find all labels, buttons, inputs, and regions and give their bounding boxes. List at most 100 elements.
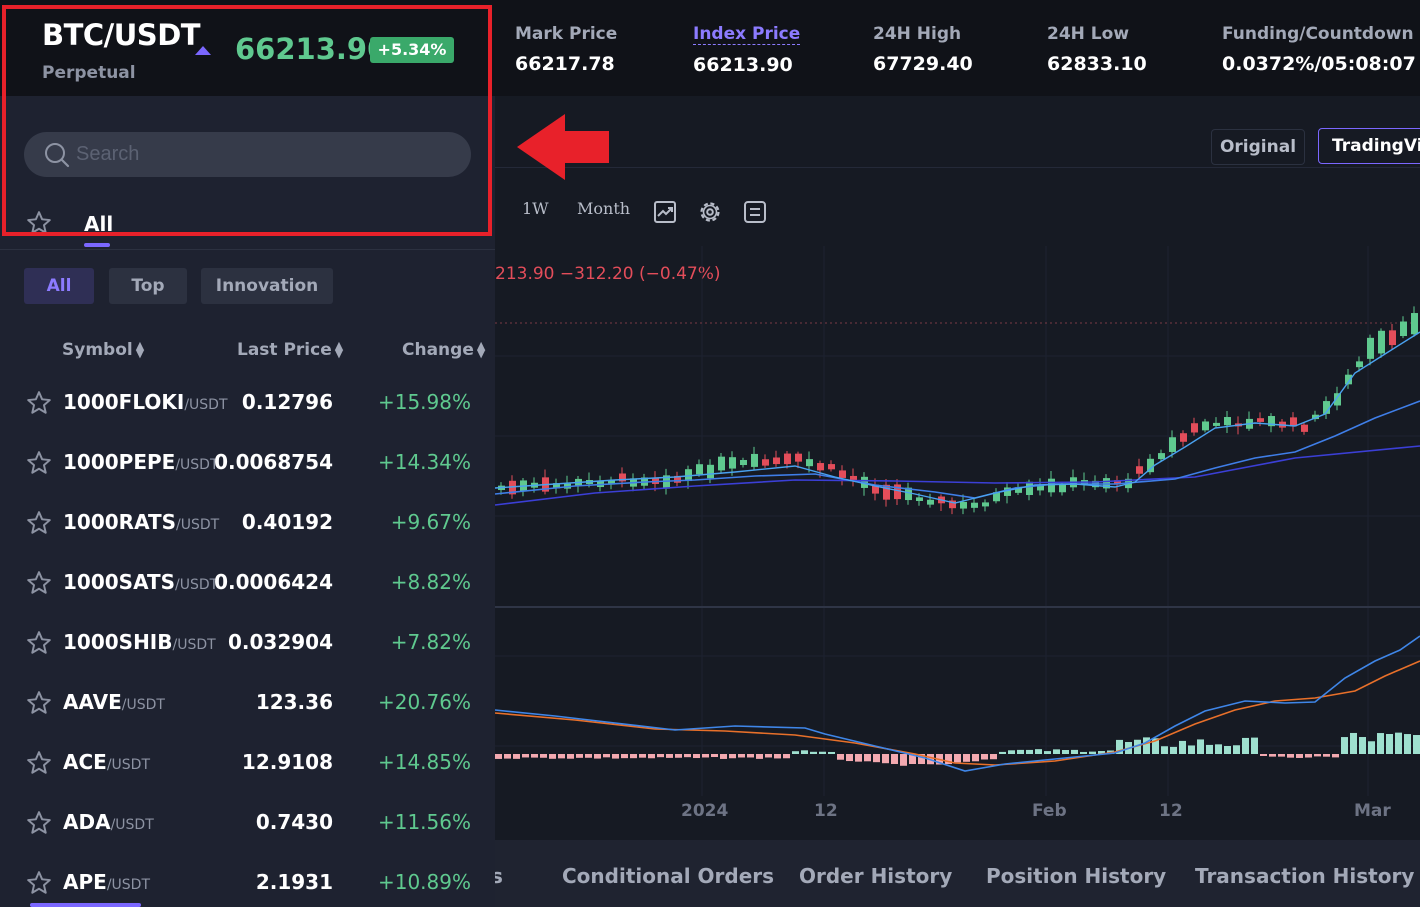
pair-name[interactable]: BTC/USDT xyxy=(42,18,201,52)
stat-index-price: Index Price 66213.90 xyxy=(693,24,801,76)
column-header-change[interactable]: Change ▲ ▼ xyxy=(402,340,485,360)
symbol-name: APE/USDT xyxy=(63,870,150,894)
last-price: 66213.90 xyxy=(235,32,388,66)
stat-mark-price: Mark Price 66217.78 xyxy=(515,24,617,75)
symbol-quote: /USDT xyxy=(106,877,150,893)
stat-label: 24H Low xyxy=(1047,24,1130,44)
symbol-row[interactable]: ADA/USDT 0.7430 +11.56% xyxy=(0,794,495,854)
symbol-quote: /USDT xyxy=(175,577,219,593)
symbol-row[interactable]: 1000FLOKI/USDT 0.12796 +15.98% xyxy=(0,374,495,434)
symbol-dropdown: All All Top Innovation Symbol▲▼ Last Pri… xyxy=(0,96,495,907)
bottom-tab-bar: s Conditional Orders Order History Posit… xyxy=(491,840,1420,907)
sort-icon: ▲ ▼ xyxy=(476,339,486,360)
symbol-last-price: 0.0068754 xyxy=(214,450,333,474)
favorite-star-icon[interactable] xyxy=(26,510,52,540)
favorite-star-icon[interactable] xyxy=(26,870,52,900)
symbol-last-price: 123.36 xyxy=(255,690,333,714)
symbol-name: 1000RATS/USDT xyxy=(63,510,219,534)
caret-up-icon[interactable] xyxy=(195,46,211,55)
moving-average-lines xyxy=(495,331,1420,506)
active-tab-indicator xyxy=(84,243,110,247)
stat-24h-low: 24H Low 62833.10 xyxy=(1047,24,1147,75)
column-header-last-price[interactable]: Last Price ▲ ▼ xyxy=(237,340,343,360)
favorite-star-icon[interactable] xyxy=(26,570,52,600)
stat-label-link[interactable]: Index Price xyxy=(693,24,801,45)
search-input[interactable] xyxy=(76,132,456,177)
symbol-base: 1000PEPE xyxy=(63,450,176,474)
symbol-quote: /USDT xyxy=(184,397,228,413)
macd-histogram xyxy=(495,732,1420,766)
favorite-star-icon[interactable] xyxy=(26,690,52,720)
tab-transaction-history[interactable]: Transaction History xyxy=(1195,864,1414,888)
symbol-base: 1000SATS xyxy=(63,570,176,594)
symbol-change: +14.34% xyxy=(377,450,471,474)
stat-value: 66213.90 xyxy=(693,54,793,76)
symbol-row[interactable]: AAVE/USDT 123.36 +20.76% xyxy=(0,674,495,734)
sort-icon: ▲ ▼ xyxy=(334,339,344,360)
symbol-row[interactable]: 1000SHIB/USDT 0.032904 +7.82% xyxy=(0,614,495,674)
symbol-quote: /USDT xyxy=(176,517,220,533)
symbol-row[interactable]: ACE/USDT 12.9108 +14.85% xyxy=(0,734,495,794)
symbol-row[interactable]: 1000RATS/USDT 0.40192 +9.67% xyxy=(0,494,495,554)
symbol-quote: /USDT xyxy=(172,637,216,653)
stat-label: Funding/Countdown xyxy=(1222,24,1414,44)
tab-order-history[interactable]: Order History xyxy=(799,864,952,888)
symbol-quote: /USDT xyxy=(110,817,154,833)
change-badge: +5.34% xyxy=(370,37,454,63)
symbol-last-price: 2.1931 xyxy=(255,870,333,894)
symbol-row[interactable]: APE/USDT 2.1931 +10.89% xyxy=(0,854,495,907)
favorite-star-icon[interactable] xyxy=(26,630,52,660)
ticker-bar: BTC/USDT Perpetual 66213.90 +5.34% Mark … xyxy=(0,0,1420,96)
pair-selector[interactable]: BTC/USDT Perpetual 66213.90 +5.34% xyxy=(0,0,495,96)
candlestick-chart[interactable] xyxy=(495,96,1420,840)
symbol-base: ADA xyxy=(63,810,111,834)
symbol-change: +9.67% xyxy=(390,510,471,534)
symbol-change: +10.89% xyxy=(377,870,471,894)
favorite-star-icon[interactable] xyxy=(26,390,52,420)
search-box[interactable] xyxy=(24,132,471,177)
stat-value: 67729.40 xyxy=(873,53,973,75)
symbol-base: 1000FLOKI xyxy=(63,390,185,414)
symbol-change: +14.85% xyxy=(377,750,471,774)
chart-area[interactable]: Original TradingView 1W Month 213.90 −31… xyxy=(495,96,1420,840)
tab-all[interactable]: All xyxy=(84,212,113,236)
symbol-row[interactable]: 1000SATS/USDT 0.0006424 +8.82% xyxy=(0,554,495,614)
column-label: Symbol xyxy=(62,340,133,360)
symbol-base: 1000SHIB xyxy=(63,630,173,654)
symbol-quote: /USDT xyxy=(106,757,151,773)
stat-value: 66217.78 xyxy=(515,53,615,75)
symbol-change: +15.98% xyxy=(377,390,471,414)
symbol-change: +11.56% xyxy=(377,810,471,834)
symbol-name: ACE/USDT xyxy=(63,750,150,774)
symbol-last-price: 0.40192 xyxy=(241,510,333,534)
symbol-row[interactable]: 1000PEPE/USDT 0.0068754 +14.34% xyxy=(0,434,495,494)
x-axis-tick: 12 xyxy=(814,801,838,821)
symbol-base: AAVE xyxy=(63,690,122,714)
tab-conditional-orders[interactable]: Conditional Orders xyxy=(562,864,774,888)
category-tabs: All xyxy=(0,202,495,250)
symbol-change: +8.82% xyxy=(390,570,471,594)
stat-24h-high: 24H High 67729.40 xyxy=(873,24,973,75)
favorite-star-icon[interactable] xyxy=(26,810,52,840)
symbol-quote: /USDT xyxy=(121,697,165,713)
symbol-last-price: 0.0006424 xyxy=(214,570,333,594)
subtab-top[interactable]: Top xyxy=(109,268,187,304)
symbol-name: 1000SHIB/USDT xyxy=(63,630,216,654)
tab-position-history[interactable]: Position History xyxy=(986,864,1166,888)
symbol-name: AAVE/USDT xyxy=(63,690,165,714)
stat-value: 62833.10 xyxy=(1047,53,1147,75)
symbol-last-price: 12.9108 xyxy=(241,750,333,774)
search-icon xyxy=(45,143,70,168)
favorite-star-icon[interactable] xyxy=(26,450,52,480)
favorite-star-icon[interactable] xyxy=(26,750,52,780)
column-header-symbol[interactable]: Symbol ▲ ▼ xyxy=(62,340,144,360)
scroll-indicator[interactable] xyxy=(30,903,141,907)
subtab-innovation[interactable]: Innovation xyxy=(201,268,333,304)
symbol-base: APE xyxy=(63,870,107,894)
symbol-last-price: 0.12796 xyxy=(241,390,333,414)
symbol-name: 1000FLOKI/USDT xyxy=(63,390,228,414)
favorites-star-icon[interactable] xyxy=(26,210,52,236)
symbol-change: +20.76% xyxy=(377,690,471,714)
subtab-all[interactable]: All xyxy=(24,268,94,304)
contract-type: Perpetual xyxy=(42,63,136,83)
